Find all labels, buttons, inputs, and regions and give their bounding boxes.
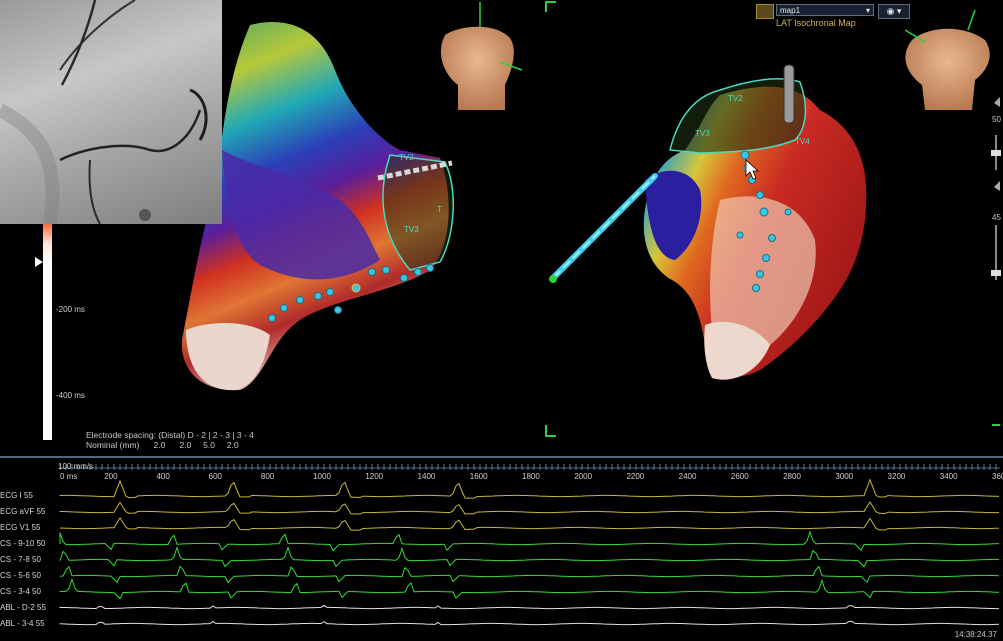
channel-label[interactable]: CS - 5-6 50 xyxy=(0,571,41,580)
map-selector-value: map1 xyxy=(780,6,801,15)
time-axis-tick: 3600 xyxy=(992,472,1003,481)
left-valve-label-3: T xyxy=(437,205,442,214)
time-axis-tick: 0 ms xyxy=(60,472,78,481)
sweep-speed-label: 100 mm/s xyxy=(58,462,94,471)
channel-label[interactable]: CS - 3-4 50 xyxy=(0,587,41,596)
scale-tick-200: -200 ms xyxy=(56,305,85,314)
time-axis-tick: 1800 xyxy=(522,472,540,481)
right-valve-label-1: TV2 xyxy=(728,94,743,103)
egm-trace xyxy=(59,478,1000,499)
time-axis-tick: 1200 xyxy=(365,472,384,481)
egm-trace xyxy=(59,516,1000,531)
egm-trace xyxy=(59,604,999,610)
egm-traces xyxy=(59,464,1000,626)
lat-color-scale xyxy=(43,262,52,440)
time-axis-tick: 3200 xyxy=(887,472,906,481)
time-axis-tick: 3000 xyxy=(835,472,854,481)
egm-trace xyxy=(59,545,999,568)
channel-label[interactable]: CS - 7-8 50 xyxy=(0,555,41,564)
electrode-spacing-table: Electrode spacing: (Distal) D - 2 | 2 - … xyxy=(86,430,254,450)
3d-map-viewer[interactable]: TV2 TV3 T TV2 TV3 TV4 map1 ▾ ◉ ▾ LAT Iso… xyxy=(0,0,1003,456)
time-axis-tick: 1000 xyxy=(313,472,331,481)
lat-color-scale-top xyxy=(43,224,52,264)
egm-trace xyxy=(59,577,1000,600)
left-valve-label-2: TV3 xyxy=(404,225,419,234)
chevron-down-icon: ▾ xyxy=(865,6,870,15)
map-selector-dropdown[interactable]: map1 ▾ xyxy=(776,4,874,16)
scale-pointer-icon[interactable] xyxy=(35,257,43,267)
egm-signal-panel[interactable]: 100 mm/s 14:38:24.37 0 ms 200 400 600 800 100… xyxy=(0,456,1003,641)
time-axis-tick: 200 xyxy=(104,472,118,481)
time-axis-tick: 2000 xyxy=(574,472,593,481)
map-type-label: LAT Isochronal Map xyxy=(776,18,856,28)
egm-trace xyxy=(59,500,999,515)
visibility-eye-dropdown[interactable]: ◉ ▾ xyxy=(878,4,910,19)
egm-trace xyxy=(59,530,1000,552)
time-axis-tick: 1600 xyxy=(469,472,488,481)
time-axis-tick: 1400 xyxy=(417,472,436,481)
view-slider-strip[interactable]: 50 45 xyxy=(988,95,1003,295)
time-axis-tick: 3400 xyxy=(939,472,958,481)
channel-label[interactable]: CS - 9-10 50 xyxy=(0,539,45,548)
time-axis-tick: 400 xyxy=(156,472,170,481)
time-axis-tick: 600 xyxy=(208,472,223,481)
time-axis-tick: 2400 xyxy=(678,472,697,481)
right-valve-label-3: TV4 xyxy=(795,137,810,146)
channel-label[interactable]: ECG V1 55 xyxy=(0,523,40,532)
slider-value-1: 50 xyxy=(992,115,1001,124)
orientation-torso-right[interactable] xyxy=(904,9,990,110)
egm-trace xyxy=(59,565,1000,584)
right-valve-label-2: TV3 xyxy=(695,129,710,138)
channel-label[interactable]: ECG aVF 55 xyxy=(0,507,45,516)
fluoroscopy-inset[interactable] xyxy=(0,0,222,224)
scale-tick-400: -400 ms xyxy=(56,391,85,400)
time-axis-tick: 2600 xyxy=(730,472,749,481)
slider-value-2: 45 xyxy=(992,213,1001,222)
channel-label[interactable]: ABL - 3-4 55 xyxy=(0,619,45,628)
time-axis-tick: 800 xyxy=(260,472,275,481)
left-valve-label-1: TV2 xyxy=(399,153,414,162)
ablation-catheter-right xyxy=(783,64,795,124)
orientation-torso-left[interactable] xyxy=(440,2,523,110)
egm-trace xyxy=(59,620,1000,626)
view-mode-button[interactable] xyxy=(756,4,774,19)
channel-label[interactable]: ABL - D-2 55 xyxy=(0,603,46,612)
electrode-spacing-nominal: Nominal (mm) 2.0 2.0 5.0 2.0 xyxy=(86,440,239,450)
electrode-spacing-header: Electrode spacing: (Distal) D - 2 | 2 - … xyxy=(86,430,254,440)
time-axis-tick: 2800 xyxy=(783,472,801,481)
time-axis-tick: 2200 xyxy=(626,472,645,481)
channel-label[interactable]: ECG I 55 xyxy=(0,491,33,500)
timestamp: 14:38:24.37 xyxy=(954,630,997,639)
